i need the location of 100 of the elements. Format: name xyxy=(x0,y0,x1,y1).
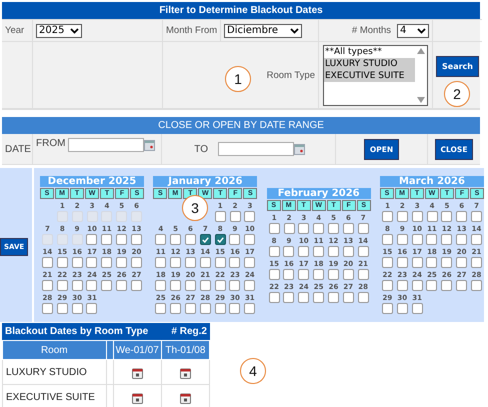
day-checkbox[interactable] xyxy=(268,292,280,302)
day-checkbox[interactable] xyxy=(200,234,211,245)
day-checkbox[interactable] xyxy=(116,234,128,245)
day-checkbox[interactable] xyxy=(396,303,408,314)
day-checkbox[interactable] xyxy=(396,211,408,222)
day-checkbox[interactable] xyxy=(244,280,256,291)
day-checkbox[interactable] xyxy=(214,280,226,291)
calendar-icon[interactable] xyxy=(144,140,156,150)
search-button[interactable]: Search xyxy=(436,56,479,77)
day-checkbox[interactable] xyxy=(470,234,482,245)
day-checkbox[interactable] xyxy=(298,246,310,256)
calendar-icon[interactable] xyxy=(180,393,191,404)
day-checkbox[interactable] xyxy=(86,280,98,291)
day-checkbox[interactable] xyxy=(56,303,68,314)
day-checkbox[interactable] xyxy=(184,280,196,291)
day-checkbox[interactable] xyxy=(155,257,166,268)
caret-icon[interactable] xyxy=(290,28,299,34)
day-checkbox[interactable] xyxy=(184,303,196,314)
day-checkbox[interactable] xyxy=(396,234,408,245)
day-checkbox[interactable] xyxy=(170,257,182,268)
day-checkbox[interactable] xyxy=(382,211,393,222)
day-checkbox[interactable] xyxy=(101,257,112,268)
day-checkbox[interactable] xyxy=(230,211,241,222)
day-checkbox[interactable] xyxy=(42,257,53,268)
day-checkbox[interactable] xyxy=(328,222,340,234)
day-checkbox[interactable] xyxy=(214,211,226,222)
day-checkbox[interactable] xyxy=(229,303,240,314)
day-checkbox[interactable] xyxy=(101,280,112,291)
day-checkbox[interactable] xyxy=(42,303,53,314)
day-checkbox[interactable] xyxy=(184,257,196,268)
day-checkbox[interactable] xyxy=(342,246,354,256)
day-checkbox[interactable] xyxy=(328,268,339,280)
day-checkbox[interactable] xyxy=(456,234,468,245)
day-checkbox[interactable] xyxy=(130,280,142,291)
scroll-up-icon[interactable] xyxy=(417,48,425,54)
calendar-icon[interactable] xyxy=(180,368,191,379)
caret-icon[interactable] xyxy=(70,28,79,34)
calendar-icon[interactable] xyxy=(132,368,143,379)
day-checkbox[interactable] xyxy=(42,280,53,291)
day-checkbox[interactable] xyxy=(342,268,354,280)
day-checkbox[interactable] xyxy=(229,257,240,268)
day-checkbox[interactable] xyxy=(244,234,256,245)
day-checkbox[interactable] xyxy=(456,211,468,222)
day-checkbox[interactable] xyxy=(283,268,294,280)
day-checkbox[interactable] xyxy=(155,280,166,291)
day-checkbox[interactable] xyxy=(56,257,68,268)
day-checkbox[interactable] xyxy=(268,268,280,280)
day-checkbox[interactable] xyxy=(72,280,83,291)
calendar-icon[interactable] xyxy=(294,144,305,154)
day-checkbox[interactable] xyxy=(283,292,294,302)
day-checkbox[interactable] xyxy=(426,234,438,245)
day-checkbox[interactable] xyxy=(298,222,310,234)
day-checkbox[interactable] xyxy=(284,222,295,234)
day-checkbox[interactable] xyxy=(441,234,452,245)
day-checkbox[interactable] xyxy=(412,280,423,291)
day-checkbox[interactable] xyxy=(328,292,339,302)
day-checkbox[interactable] xyxy=(441,211,452,222)
day-checkbox[interactable] xyxy=(283,246,294,256)
day-checkbox[interactable] xyxy=(342,222,354,234)
day-checkbox[interactable] xyxy=(426,280,438,291)
day-checkbox[interactable] xyxy=(72,257,83,268)
day-checkbox[interactable] xyxy=(130,234,142,245)
day-checkbox[interactable] xyxy=(470,280,482,291)
day-checkbox[interactable] xyxy=(358,292,369,302)
day-checkbox[interactable] xyxy=(358,246,369,256)
day-checkbox[interactable] xyxy=(200,280,211,291)
day-checkbox[interactable] xyxy=(155,234,166,245)
day-checkbox[interactable] xyxy=(56,280,68,291)
day-checkbox[interactable] xyxy=(342,292,354,302)
day-checkbox[interactable] xyxy=(298,268,310,280)
day-checkbox[interactable] xyxy=(382,234,393,245)
day-checkbox[interactable] xyxy=(116,280,128,291)
day-checkbox[interactable] xyxy=(170,303,182,314)
scroll-down-icon[interactable] xyxy=(417,96,425,102)
day-checkbox[interactable] xyxy=(116,257,128,268)
day-checkbox[interactable] xyxy=(313,292,324,302)
from-date-field[interactable] xyxy=(68,138,144,152)
day-checkbox[interactable] xyxy=(86,257,98,268)
day-checkbox[interactable] xyxy=(86,303,98,314)
day-checkbox[interactable] xyxy=(214,303,226,314)
room-type-option[interactable]: EXECUTIVE SUITE xyxy=(324,70,415,82)
day-checkbox[interactable] xyxy=(170,234,182,245)
day-checkbox[interactable] xyxy=(268,222,280,234)
day-checkbox[interactable] xyxy=(200,257,211,268)
room-type-list[interactable]: **All types** LUXURY STUDIO EXECUTIVE SUITE xyxy=(323,44,428,106)
day-checkbox[interactable] xyxy=(358,268,369,280)
day-checkbox[interactable] xyxy=(229,234,240,245)
day-checkbox[interactable] xyxy=(382,303,393,314)
day-checkbox[interactable] xyxy=(72,303,83,314)
day-checkbox[interactable] xyxy=(130,257,142,268)
day-checkbox[interactable] xyxy=(471,211,482,222)
day-checkbox[interactable] xyxy=(358,222,369,234)
months-select[interactable]: 4 xyxy=(397,24,429,38)
day-checkbox[interactable] xyxy=(214,257,226,268)
to-date-field[interactable] xyxy=(218,142,294,156)
room-type-option[interactable]: LUXURY STUDIO xyxy=(324,58,415,70)
day-checkbox[interactable] xyxy=(382,280,393,291)
day-checkbox[interactable] xyxy=(441,257,452,268)
day-checkbox[interactable] xyxy=(214,234,226,245)
day-checkbox[interactable] xyxy=(382,257,393,268)
